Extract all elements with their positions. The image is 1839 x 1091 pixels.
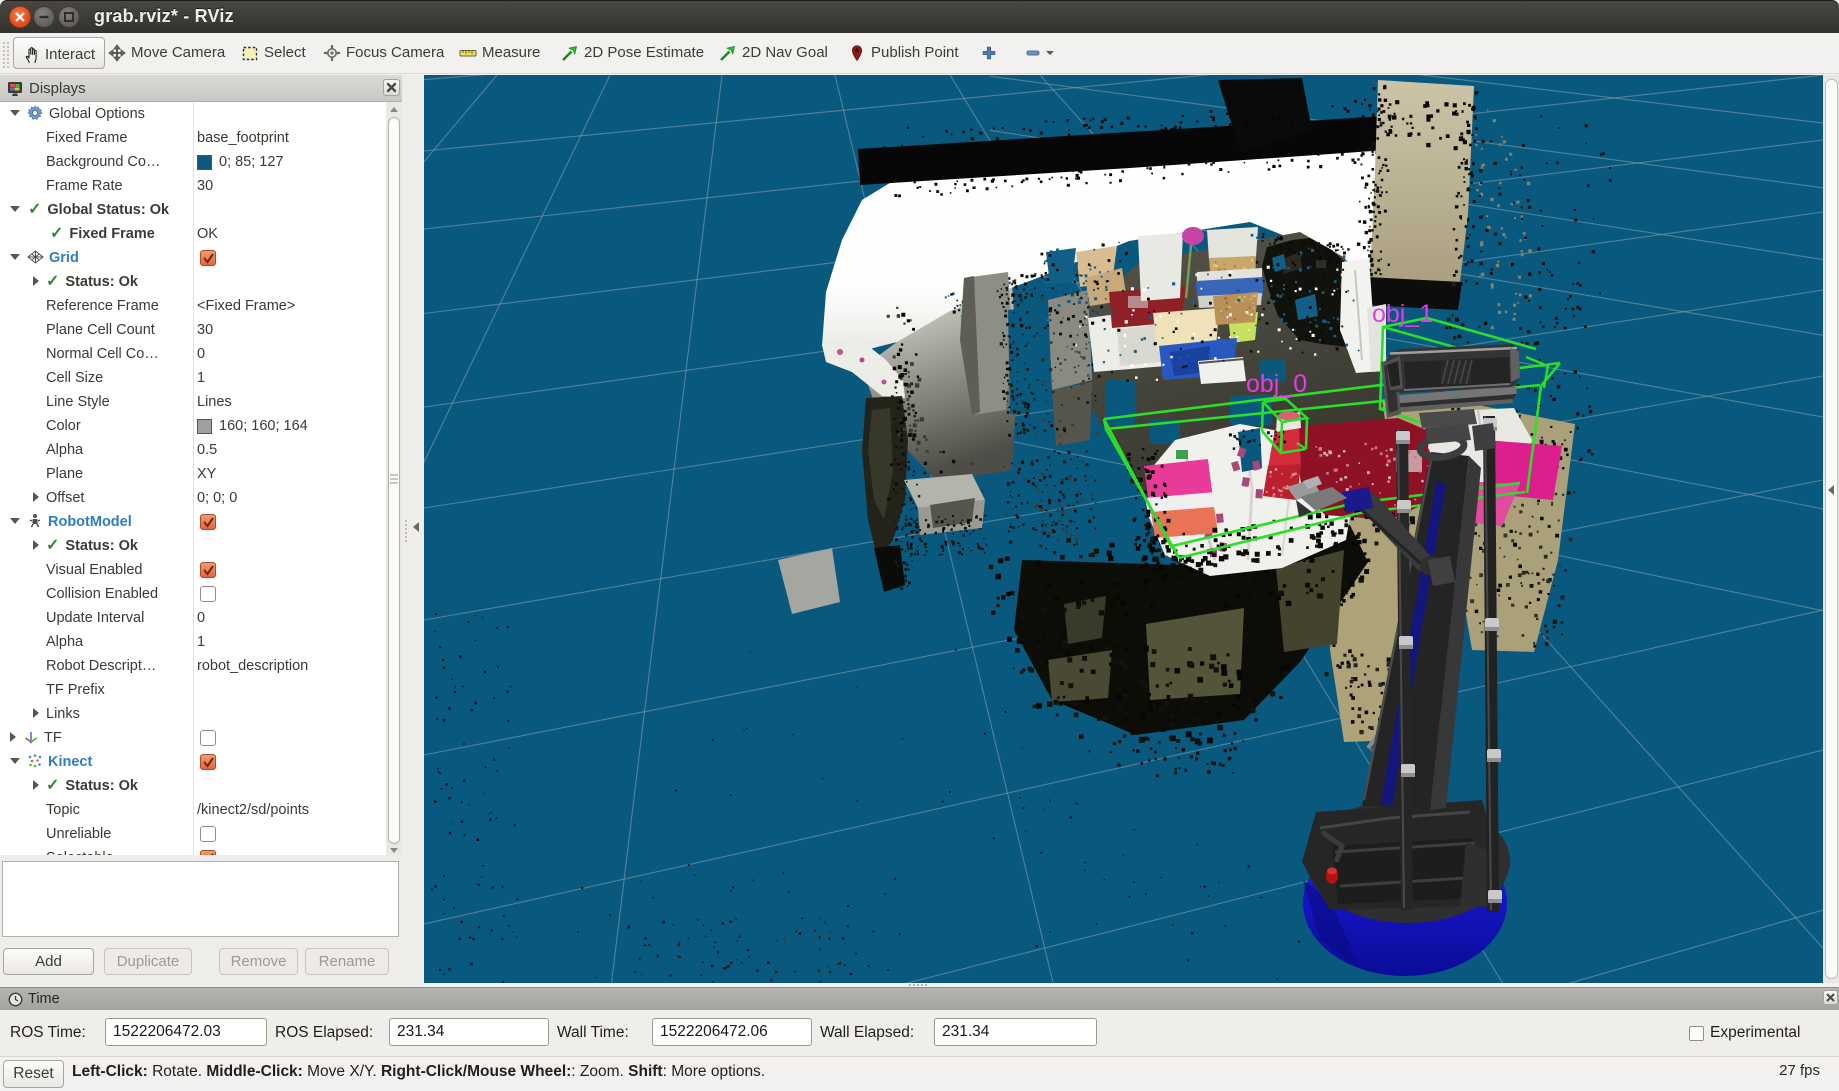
svg-text:obj_0: obj_0: [1246, 370, 1307, 398]
svg-text:obj_1: obj_1: [1372, 300, 1433, 328]
